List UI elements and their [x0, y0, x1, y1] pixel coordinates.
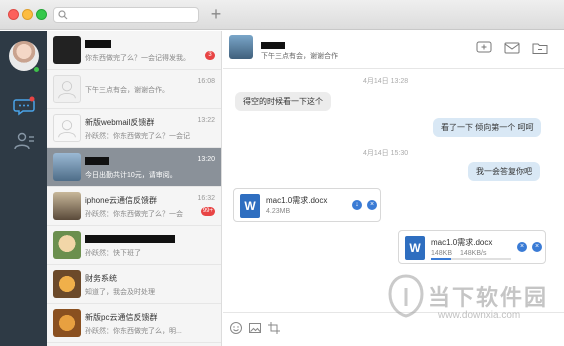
conversation-name: 新版pc云通信反馈群	[85, 313, 158, 322]
watermark-url: www.downxia.com	[438, 310, 521, 321]
contact-avatar	[53, 36, 81, 64]
conversation-item[interactable]: 新版webmail反馈群 孙跃然：你东西做完了么？一会记 13:22	[47, 109, 221, 148]
chat-contact-avatar[interactable]	[229, 35, 253, 59]
contact-avatar	[53, 75, 81, 103]
zoom-window-button[interactable]	[36, 9, 47, 20]
message-bubble-sent[interactable]: 看了一下 倾向第一个 呵呵	[433, 118, 542, 137]
conversation-name	[85, 156, 109, 165]
conversation-time: 16:32	[197, 195, 215, 202]
word-file-icon: W	[240, 194, 260, 218]
download-icon[interactable]: ↓	[352, 200, 362, 210]
conversation-snippet: 知道了，我会及时处理	[85, 289, 155, 296]
conversation-snippet: 下午三点有会，谢谢合作。	[85, 87, 169, 94]
search-input[interactable]	[53, 7, 199, 23]
conversation-snippet: 今日出勤共计10元，请审阅。	[85, 172, 177, 179]
conversation-time: 16:08	[197, 78, 215, 85]
app-window: + 你东西做完了么？一会记得发我。 3 下午三点有会，谢谢合作。 16:08 新…	[0, 0, 564, 346]
conversation-name	[85, 39, 111, 48]
emoji-icon[interactable]	[229, 321, 243, 335]
file-size: 4.23MB	[266, 208, 291, 215]
add-button[interactable]: +	[208, 5, 224, 23]
cancel-icon[interactable]: ×	[532, 242, 542, 252]
unread-badge: 3	[205, 51, 215, 60]
default-person-icon	[58, 81, 76, 99]
contact-avatar	[53, 270, 81, 298]
conversation-item-active[interactable]: 今日出勤共计10元，请审阅。 13:20	[47, 148, 221, 187]
watermark-logo-icon	[388, 274, 424, 318]
group-avatar	[53, 192, 81, 220]
message-bubble-sent[interactable]: 我一会答复你吧	[468, 162, 540, 181]
file-name: mac1.0需求.docx	[431, 238, 493, 247]
chat-icon[interactable]	[13, 96, 35, 116]
unread-badge: 99+	[200, 207, 215, 216]
message-timestamp: 4月14日 13:28	[363, 78, 409, 85]
conversation-item[interactable]: 财务系统 知道了，我会及时处理	[47, 265, 221, 304]
conversation-item[interactable]: 孙跃然：快下班了	[47, 226, 221, 265]
cancel-icon[interactable]: ×	[517, 242, 527, 252]
screenshot-icon[interactable]	[267, 321, 281, 335]
default-person-icon	[58, 120, 76, 138]
conversation-name	[85, 234, 175, 243]
file-card-received[interactable]: W mac1.0需求.docx 4.23MB ↓ ×	[233, 188, 381, 222]
conversation-snippet: 你东西做完了么？一会记得发我。	[85, 55, 190, 62]
conversation-item[interactable]: iphone云通信反馈群 孙跃然：你东西做完了么？一会 16:32 99+	[47, 187, 221, 226]
folder-icon[interactable]	[532, 41, 548, 55]
search-icon	[58, 10, 68, 20]
group-avatar	[53, 309, 81, 337]
mail-icon[interactable]	[504, 41, 520, 55]
contact-avatar	[53, 153, 81, 181]
message-timestamp: 4月14日 15:30	[363, 150, 409, 157]
file-card-sending[interactable]: W mac1.0需求.docx 148KB 148KB/s × ×	[398, 230, 546, 264]
new-chat-icon[interactable]	[476, 41, 492, 55]
conversation-snippet: 孙跃然：你东西做完了么，明...	[85, 328, 182, 335]
conversation-snippet: 孙跃然：你东西做完了么？一会记	[85, 133, 190, 140]
cancel-icon[interactable]: ×	[367, 200, 377, 210]
conversation-time: 13:20	[197, 156, 215, 163]
word-file-icon: W	[405, 236, 425, 260]
file-transfer-info: 148KB 148KB/s	[431, 250, 486, 257]
file-name: mac1.0需求.docx	[266, 196, 328, 205]
minimize-window-button[interactable]	[22, 9, 33, 20]
contact-avatar	[53, 231, 81, 259]
conversation-item[interactable]: 你东西做完了么？一会记得发我。 3	[47, 31, 221, 70]
close-window-button[interactable]	[8, 9, 19, 20]
image-icon[interactable]	[248, 321, 262, 335]
title-bar: +	[0, 0, 564, 30]
watermark-title: 当下软件园	[428, 285, 549, 310]
nav-rail	[0, 31, 47, 346]
conversation-snippet: 孙跃然：快下班了	[85, 250, 141, 257]
transfer-speed: 148KB/s	[459, 250, 487, 257]
contacts-icon[interactable]	[13, 131, 35, 151]
conversation-item[interactable]: 下午三点有会，谢谢合作。 16:08	[47, 70, 221, 109]
chat-header: 下午三点有会，谢谢合作	[223, 31, 564, 69]
message-bubble-received[interactable]: 得空的时候看一下这个	[235, 92, 331, 111]
conversation-time: 13:22	[197, 117, 215, 124]
watermark: 当下软件园 www.downxia.com	[384, 270, 564, 346]
upload-progress-bar	[431, 258, 511, 260]
conversation-item[interactable]: 新版pc云通信反馈群 孙跃然：你东西做完了么，明...	[47, 304, 221, 343]
conversation-name: 财务系统	[85, 274, 117, 283]
upload-progress-fill	[431, 258, 451, 260]
conversation-list: 你东西做完了么？一会记得发我。 3 下午三点有会，谢谢合作。 16:08 新版w…	[47, 31, 222, 346]
group-avatar	[53, 114, 81, 142]
conversation-name: 新版webmail反馈群	[85, 118, 155, 127]
conversation-name: iphone云通信反馈群	[85, 196, 158, 205]
file-size: 148KB	[431, 250, 453, 257]
conversation-snippet: 孙跃然：你东西做完了么？一会	[85, 211, 183, 218]
chat-contact-status: 下午三点有会，谢谢合作	[261, 53, 338, 60]
online-status-dot	[33, 66, 40, 73]
